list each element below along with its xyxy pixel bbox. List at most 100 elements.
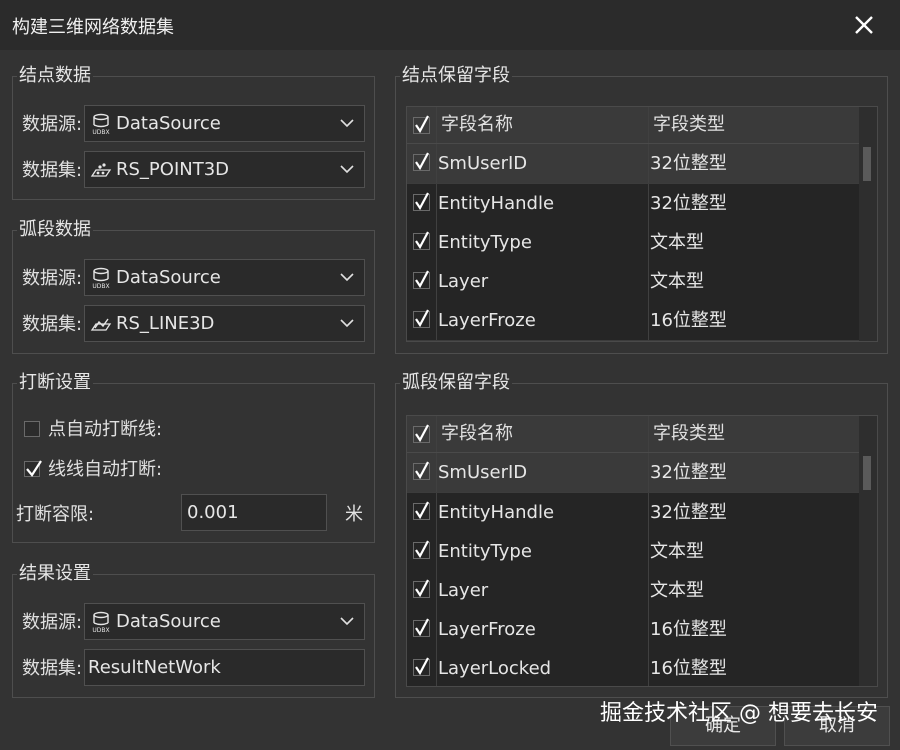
field-name: LayerLocked: [438, 658, 552, 679]
column-header-name: 字段名称: [441, 423, 513, 444]
table-row[interactable]: EntityType 文本型: [407, 223, 859, 263]
node-fields-table: 字段名称 字段类型 SmUserID 32位整型 EntityHandle 32…: [406, 106, 878, 342]
point3d-dataset-icon: [90, 163, 112, 177]
field-type: 32位整型: [650, 153, 727, 174]
result-settings-title: 结果设置: [17, 562, 93, 586]
node-datasource-combo[interactable]: UDBX DataSource: [84, 105, 365, 142]
tolerance-label: 打断容限:: [16, 504, 95, 525]
arc-data-title: 弧段数据: [17, 218, 93, 242]
select-all-cell[interactable]: [407, 416, 437, 452]
tolerance-input[interactable]: 0.001: [181, 494, 327, 531]
checkbox-checked-icon: [413, 270, 430, 289]
checkbox-checked-icon: [413, 231, 430, 250]
table-row[interactable]: LayerFroze 16位整型: [407, 610, 859, 650]
field-name: EntityHandle: [438, 193, 555, 214]
title-bar: 构建三维网络数据集: [0, 0, 900, 50]
field-name: SmUserID: [438, 153, 528, 174]
checkbox-checked-icon: [413, 579, 430, 598]
field-name: LayerFroze: [438, 619, 536, 640]
table-row[interactable]: SmUserID 32位整型: [407, 453, 859, 493]
result-dataset-label: 数据集:: [22, 658, 83, 679]
column-header-type: 字段类型: [653, 114, 725, 135]
result-datasource-label: 数据源:: [22, 612, 83, 633]
checkbox-checked-icon: [413, 501, 430, 520]
field-name: EntityType: [438, 232, 532, 253]
field-type: 16位整型: [650, 658, 727, 679]
field-type: 16位整型: [650, 619, 727, 640]
checkbox-checked-icon: [413, 309, 430, 328]
node-fields-title: 结点保留字段: [400, 64, 512, 88]
arc-dataset-label: 数据集:: [22, 314, 83, 335]
result-dataset-value: ResultNetWork: [88, 657, 221, 678]
select-all-cell[interactable]: [407, 107, 437, 143]
field-type: 文本型: [650, 232, 704, 253]
field-name: Layer: [438, 580, 489, 601]
vertical-scrollbar[interactable]: [859, 107, 877, 341]
table-header: 字段名称 字段类型: [407, 416, 859, 453]
chevron-down-icon: [340, 119, 354, 128]
arc-dataset-combo[interactable]: RS_LINE3D: [84, 305, 365, 342]
field-type: 文本型: [650, 541, 704, 562]
chevron-down-icon: [340, 273, 354, 282]
table-row[interactable]: Layer 文本型: [407, 571, 859, 611]
table-row[interactable]: LayerLocked 16位整型: [407, 649, 859, 686]
checkbox-checked-icon: [413, 540, 430, 559]
arc-fields-table: 字段名称 字段类型 SmUserID 32位整型 EntityHandle 32…: [406, 415, 878, 687]
checkbox-checked-icon: [413, 115, 430, 134]
svg-text:UDBX: UDBX: [92, 627, 109, 633]
checkbox-checked-icon: [413, 192, 430, 211]
checkbox-checked-icon: [413, 461, 430, 480]
checkbox-checked-icon: [413, 657, 430, 676]
field-name: EntityType: [438, 541, 532, 562]
column-header-type: 字段类型: [653, 423, 725, 444]
checkmark-icon: [26, 460, 42, 477]
table-row[interactable]: EntityType 文本型: [407, 532, 859, 572]
window-title: 构建三维网络数据集: [12, 17, 174, 38]
node-datasource-label: 数据源:: [22, 114, 83, 135]
table-row[interactable]: SmUserID 32位整型: [407, 144, 859, 184]
table-row[interactable]: EntityHandle 32位整型: [407, 493, 859, 533]
auto-break-point-checkbox[interactable]: [24, 421, 40, 437]
chevron-down-icon: [340, 165, 354, 174]
svg-text:UDBX: UDBX: [92, 129, 109, 135]
vertical-scrollbar[interactable]: [859, 416, 877, 686]
node-dataset-value: RS_POINT3D: [116, 159, 230, 180]
node-dataset-label: 数据集:: [22, 160, 83, 181]
close-button[interactable]: [850, 11, 878, 39]
table-row[interactable]: LayerFroze 16位整型: [407, 301, 859, 341]
node-data-title: 结点数据: [17, 64, 93, 88]
tolerance-unit: 米: [345, 504, 363, 525]
udbx-datasource-icon: UDBX: [91, 611, 111, 633]
chevron-down-icon: [340, 319, 354, 328]
watermark: 掘金技术社区 @ 想要去长安: [600, 701, 878, 726]
arc-dataset-value: RS_LINE3D: [116, 313, 215, 334]
node-dataset-combo[interactable]: RS_POINT3D: [84, 151, 365, 188]
table-row[interactable]: Layer 文本型: [407, 262, 859, 302]
close-icon: [855, 16, 873, 34]
checkbox-checked-icon: [413, 152, 430, 171]
arc-datasource-value: DataSource: [116, 267, 221, 288]
scrollbar-thumb[interactable]: [863, 147, 871, 181]
result-datasource-combo[interactable]: UDBX DataSource: [84, 603, 365, 640]
field-type: 32位整型: [650, 502, 727, 523]
table-row[interactable]: EntityHandle 32位整型: [407, 184, 859, 224]
result-dataset-input[interactable]: ResultNetWork: [84, 649, 365, 686]
arc-datasource-combo[interactable]: UDBX DataSource: [84, 259, 365, 296]
tolerance-value: 0.001: [187, 502, 239, 523]
scrollbar-thumb[interactable]: [863, 456, 871, 490]
field-name: SmUserID: [438, 462, 528, 483]
arc-fields-title: 弧段保留字段: [400, 371, 512, 395]
field-type: 32位整型: [650, 193, 727, 214]
break-settings-title: 打断设置: [17, 371, 93, 395]
chevron-down-icon: [340, 617, 354, 626]
field-name: EntityHandle: [438, 502, 555, 523]
node-datasource-value: DataSource: [116, 113, 221, 134]
udbx-datasource-icon: UDBX: [91, 267, 111, 289]
line3d-dataset-icon: [90, 318, 112, 331]
auto-break-line-checkbox[interactable]: [24, 460, 42, 477]
field-name: LayerFroze: [438, 310, 536, 331]
field-type: 文本型: [650, 580, 704, 601]
checkbox-checked-icon: [413, 618, 430, 637]
table-header: 字段名称 字段类型: [407, 107, 859, 144]
field-type: 文本型: [650, 271, 704, 292]
